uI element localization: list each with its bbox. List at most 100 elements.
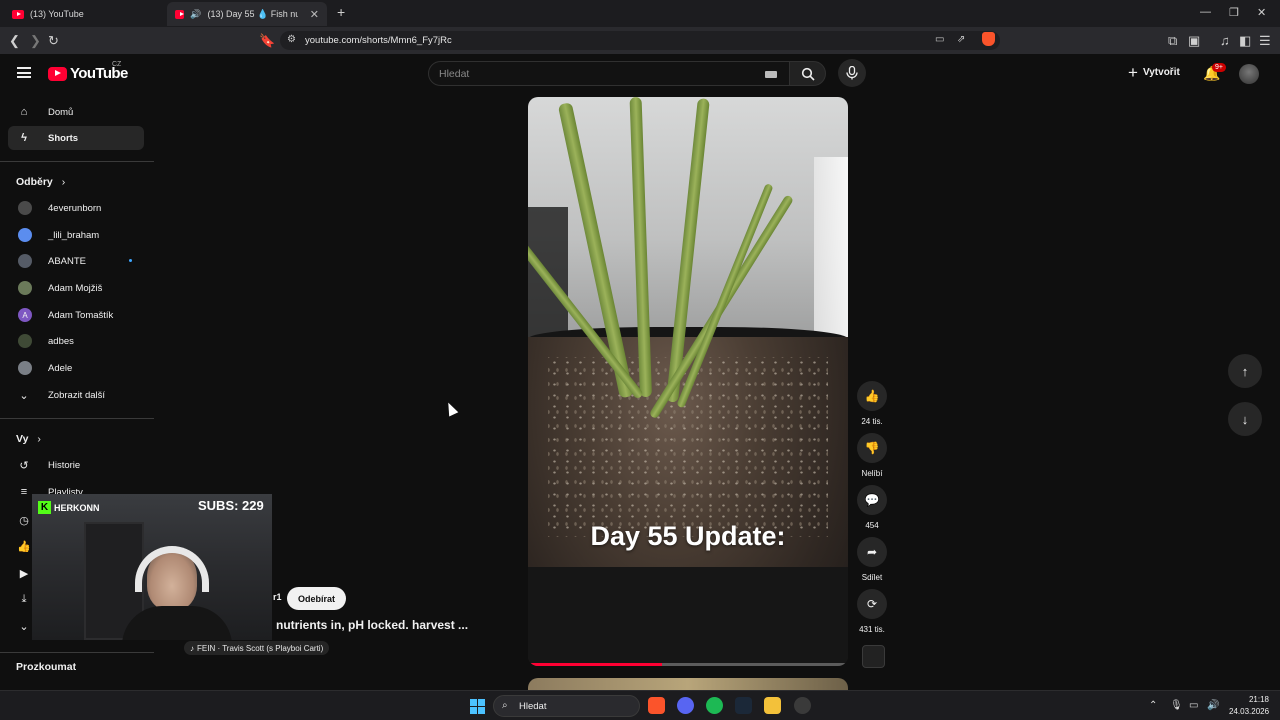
plus-icon: + xyxy=(1128,63,1138,82)
sidebar-item-subscription[interactable]: Adam Mojžiš xyxy=(8,276,144,300)
sidebar-item-subscription[interactable]: _lili_braham xyxy=(8,223,144,247)
search-input[interactable]: Hledat xyxy=(428,61,790,86)
share-icon: ➦ xyxy=(857,537,887,567)
remix-button[interactable]: ⟳ 431 tis. xyxy=(856,589,888,634)
previous-short-button[interactable]: ↑ xyxy=(1228,354,1262,388)
short-video-player[interactable]: Day 55 Update: xyxy=(528,97,848,666)
steam-app-icon[interactable] xyxy=(735,697,752,714)
bookmark-icon[interactable]: 🔖 xyxy=(259,33,275,49)
your-videos-icon[interactable]: ▶ xyxy=(17,566,31,580)
youtube-logo[interactable]: YouTube CZ xyxy=(48,61,128,82)
sidebar-toggle-icon[interactable]: ◧ xyxy=(1239,33,1251,49)
create-button[interactable]: + Vytvořit xyxy=(1128,64,1180,81)
spotify-app-icon[interactable] xyxy=(706,697,723,714)
channel-name[interactable]: r1 xyxy=(273,592,282,602)
subs-counter: SUBS: 229 xyxy=(198,498,264,513)
short-title: nutrients in, pH locked. harvest ... xyxy=(276,618,469,632)
site-info-icon[interactable]: ⚙ xyxy=(287,34,296,45)
tab-youtube[interactable]: (13) YouTube xyxy=(4,2,164,26)
chevron-right-icon: › xyxy=(37,433,41,445)
voice-search-button[interactable] xyxy=(838,59,866,87)
music-chip[interactable]: ♪ FEIN · Travis Scott (s Playboi Carti) xyxy=(184,641,330,655)
liked-icon[interactable]: 👍 xyxy=(17,539,31,553)
divider xyxy=(0,161,154,162)
thumbs-up-icon: 👍 xyxy=(857,381,887,411)
search-button[interactable] xyxy=(789,61,826,86)
brave-shields-icon[interactable] xyxy=(982,32,995,46)
playlist-icon: ≡ xyxy=(20,486,28,498)
sidebar-item-subscription[interactable]: 4everunborn xyxy=(8,196,144,220)
video-progress-bar[interactable] xyxy=(528,663,848,666)
account-avatar[interactable] xyxy=(1239,64,1259,84)
chevron-down-icon[interactable]: ⌄ xyxy=(17,619,31,633)
mouse-cursor-icon xyxy=(443,400,459,417)
webcam-overlay xyxy=(32,494,272,640)
discord-app-icon[interactable] xyxy=(677,697,694,714)
mic-tray-icon[interactable]: 🎙 xyxy=(1170,700,1183,711)
next-short-preview[interactable] xyxy=(528,678,848,690)
app-icon[interactable] xyxy=(794,697,811,714)
network-icon[interactable]: ▭ xyxy=(1189,700,1198,711)
url-field[interactable]: ⚙ youtube.com/shorts/Mmn6_Fy7jRc ▭ ⇗ xyxy=(280,31,1000,50)
home-icon: ⌂ xyxy=(20,106,28,118)
like-button[interactable]: 👍 24 tis. xyxy=(856,381,888,426)
channel-avatar xyxy=(18,361,32,375)
search-icon xyxy=(801,67,815,81)
media-icon[interactable]: ♫ xyxy=(1220,33,1230,48)
dislike-button[interactable]: 👎 Nelíbí xyxy=(856,433,888,478)
new-tab-icon[interactable]: + xyxy=(337,4,345,20)
forward-icon[interactable]: ❯ xyxy=(30,33,41,49)
watch-later-icon[interactable]: ◷ xyxy=(17,513,31,527)
back-icon[interactable]: ❮ xyxy=(9,33,20,49)
channel-avatar xyxy=(18,228,32,242)
divider xyxy=(0,652,154,653)
show-more-button[interactable]: ⌄ Zobrazit další xyxy=(8,383,144,407)
guide-menu-icon[interactable] xyxy=(17,67,31,78)
sidebar-item-home[interactable]: ⌂ Domů xyxy=(8,100,144,124)
tray-chevron-icon[interactable]: ⌃ xyxy=(1149,700,1157,711)
minimize-icon[interactable]: — xyxy=(1200,6,1211,18)
sound-thumbnail[interactable] xyxy=(862,645,885,668)
headphones xyxy=(135,546,209,592)
reload-icon[interactable]: ↻ xyxy=(48,33,59,49)
comments-button[interactable]: 💬 454 xyxy=(856,485,888,530)
taskbar-search[interactable]: ⌕ Hledat xyxy=(493,695,640,717)
sidebar-item-subscription[interactable]: A Adam Tomaštík xyxy=(8,303,144,327)
tab-short[interactable]: 🔊 (13) Day 55 💧 Fish nutrients ✕ xyxy=(167,2,327,26)
system-clock[interactable]: 21:18 24.03.2026 xyxy=(1229,694,1269,718)
extensions-icon[interactable]: ⧉ xyxy=(1168,33,1177,49)
restore-icon[interactable]: ❐ xyxy=(1229,6,1239,19)
sidebar-item-subscription[interactable]: ABANTE xyxy=(8,249,144,273)
cast-icon[interactable]: ▭ xyxy=(935,34,944,45)
sidebar-item-subscription[interactable]: Adele xyxy=(8,356,144,380)
share-button[interactable]: ➦ Sdílet xyxy=(856,537,888,582)
channel-avatar xyxy=(18,334,32,348)
close-window-icon[interactable]: ✕ xyxy=(1257,6,1266,19)
next-short-button[interactable]: ↓ xyxy=(1228,402,1262,436)
arrow-down-icon: ↓ xyxy=(1241,411,1249,427)
taskbar: ⌕ Hledat ⌃ 🎙 ▭ 🔊 21:18 24.03.2026 xyxy=(0,690,1280,720)
subscriptions-header[interactable]: Odběry › xyxy=(16,176,65,188)
close-tab-icon[interactable]: ✕ xyxy=(310,8,319,21)
new-content-dot xyxy=(129,259,132,262)
file-explorer-icon[interactable] xyxy=(764,697,781,714)
keyboard-icon[interactable] xyxy=(765,71,777,78)
volume-icon[interactable]: 🔊 xyxy=(1207,700,1219,711)
speaker-icon: 🔊 xyxy=(190,8,202,19)
you-header[interactable]: Vy › xyxy=(16,433,41,445)
subscribe-button[interactable]: Odebírat xyxy=(287,587,347,610)
downloads-icon[interactable]: ⤓ xyxy=(17,592,31,606)
sidebar-item-shorts[interactable]: ϟ Shorts xyxy=(8,126,144,150)
sidebar-item-subscription[interactable]: adbes xyxy=(8,329,144,353)
wallet-icon[interactable]: ▣ xyxy=(1188,33,1200,49)
browser-tab-bar: (13) YouTube 🔊 (13) Day 55 💧 Fish nutrie… xyxy=(0,0,1280,27)
notification-badge: 9+ xyxy=(1212,63,1226,72)
windows-start-icon[interactable] xyxy=(470,699,485,714)
channel-avatar xyxy=(18,201,32,215)
comment-icon: 💬 xyxy=(857,485,887,515)
share-page-icon[interactable]: ⇗ xyxy=(957,34,965,45)
brave-app-icon[interactable] xyxy=(648,697,665,714)
explore-header: Prozkoumat xyxy=(16,661,77,673)
menu-icon[interactable]: ☰ xyxy=(1259,33,1271,49)
sidebar-item-history[interactable]: ↺ Historie xyxy=(8,453,144,477)
